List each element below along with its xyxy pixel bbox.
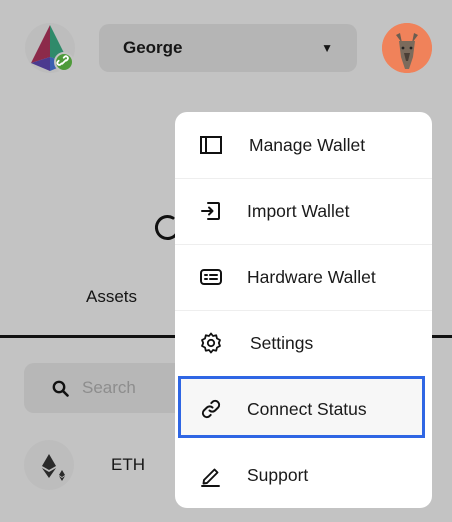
link-icon <box>201 399 221 419</box>
menu-item-label: Settings <box>250 332 314 353</box>
token-symbol[interactable]: ETH <box>111 455 145 475</box>
avatar[interactable] <box>382 23 432 73</box>
menu-item-label: Hardware Wallet <box>247 266 376 287</box>
sidebar-panel-icon <box>200 136 222 154</box>
ethereum-icon <box>42 454 65 481</box>
menu-item-settings[interactable]: Settings <box>175 310 432 376</box>
rhino-avatar-icon <box>382 23 432 73</box>
menu-item-label: Manage Wallet <box>249 134 366 155</box>
search-placeholder: Search <box>82 378 136 397</box>
search-icon <box>52 380 69 397</box>
menu-item-manage-wallet[interactable]: Manage Wallet <box>175 112 432 178</box>
chevron-down-icon: ▼ <box>321 41 333 55</box>
menu-item-hardware-wallet[interactable]: Hardware Wallet <box>175 244 432 310</box>
menu-item-label: Import Wallet <box>247 200 350 221</box>
menu-item-support[interactable]: Support <box>175 442 432 508</box>
menu-item-connect-status[interactable]: Connect Status <box>175 376 432 442</box>
gear-icon <box>201 332 221 354</box>
hardware-wallet-icon <box>200 269 222 285</box>
import-icon <box>201 202 220 220</box>
tab-assets[interactable]: Assets <box>86 287 137 307</box>
eth-token-icon <box>24 440 74 490</box>
menu-item-label: Support <box>247 464 309 485</box>
prism-logo-icon <box>25 23 75 73</box>
account-menu: Manage Wallet Import Wallet Hardware Wal… <box>175 112 432 508</box>
menu-item-import-wallet[interactable]: Import Wallet <box>175 178 432 244</box>
pencil-icon <box>201 468 220 487</box>
app-logo[interactable] <box>25 23 75 73</box>
menu-item-label: Connect Status <box>247 398 367 419</box>
account-name: George <box>123 38 183 57</box>
account-selector[interactable]: George ▼ <box>99 24 357 72</box>
